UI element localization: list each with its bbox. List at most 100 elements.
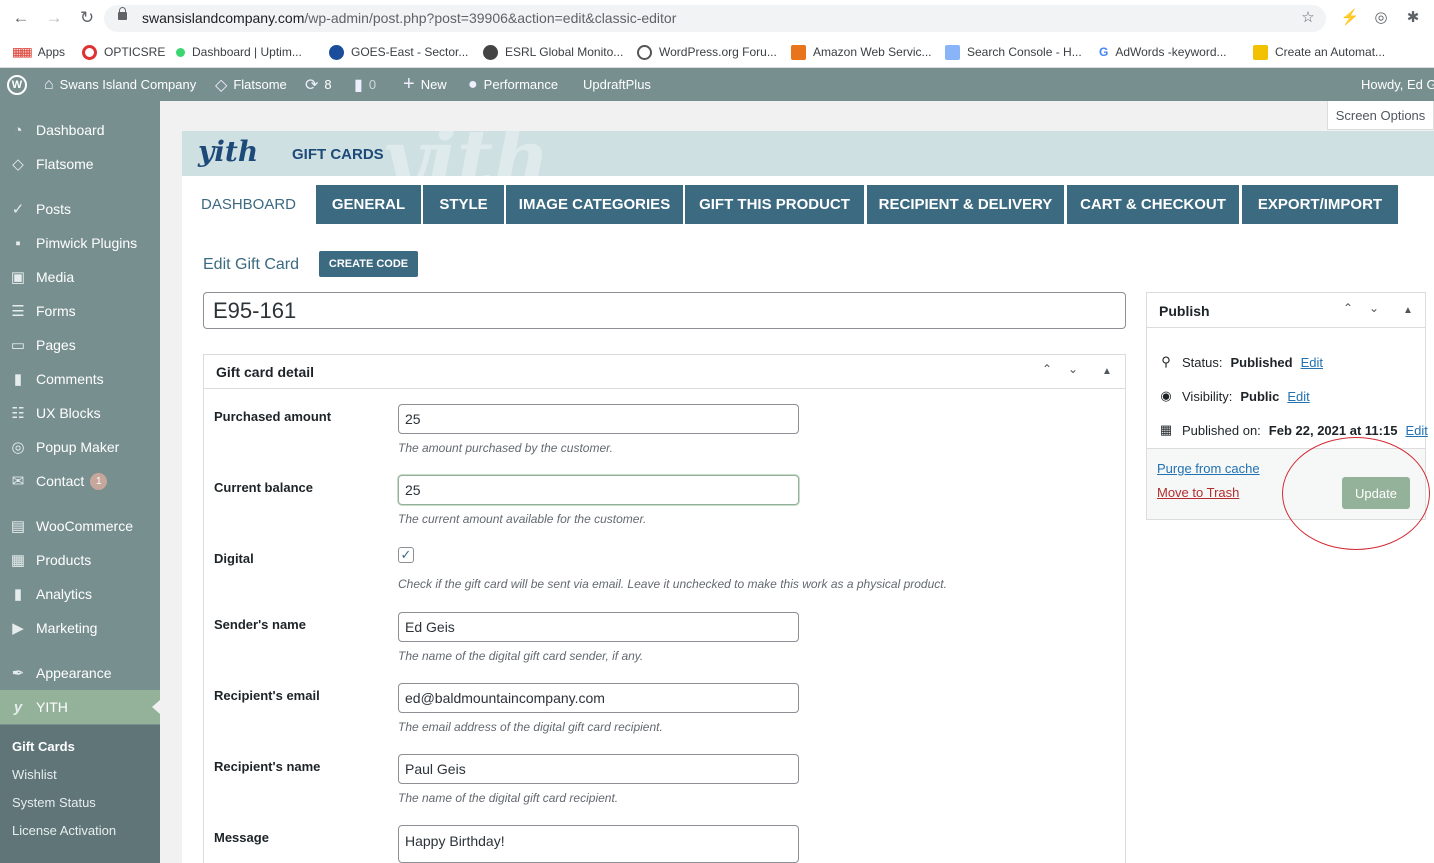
publish-status-row: ⚲ Status: Published Edit (1158, 354, 1323, 370)
flatsome-link[interactable]: ◇ Flatsome (215, 68, 287, 101)
bookmark-wordpress[interactable]: WordPress.org Foru... (637, 41, 777, 63)
pages-icon: ▭ (10, 337, 26, 354)
bolt-icon[interactable]: ⚡ (1340, 8, 1360, 28)
recipient-name-input[interactable] (398, 754, 799, 784)
bookmark-search-console[interactable]: Search Console - H... (945, 41, 1082, 63)
sidebar-item-woocommerce[interactable]: ▤ WooCommerce (0, 509, 160, 543)
digital-checkbox[interactable]: ✓ (398, 547, 414, 563)
sidebar-item-comments[interactable]: ▮ Comments (0, 362, 160, 396)
yith-logo: yith (198, 135, 259, 168)
globe-icon[interactable]: ◎ (1371, 8, 1391, 28)
sidebar-item-dashboard[interactable]: ◔ Dashboard (0, 113, 160, 147)
yith-submenu: Gift Cards Wishlist System Status Licens… (0, 725, 160, 863)
bookmark-uptime[interactable]: Dashboard | Uptim... (176, 41, 302, 63)
collapse-toggle-icon[interactable]: ▲ (1102, 366, 1112, 377)
current-balance-desc: The current amount available for the cus… (398, 512, 647, 526)
updraftplus-link[interactable]: UpdraftPlus (583, 68, 651, 101)
sidebar-item-posts[interactable]: ✓ Posts (0, 192, 160, 226)
gift-card-detail-header: Gift card detail (204, 355, 1125, 389)
site-name-link[interactable]: ⌂ Swans Island Company (44, 68, 196, 101)
update-button[interactable]: Update (1342, 477, 1410, 509)
mail-icon: ✉ (11, 473, 25, 490)
howdy-account[interactable]: Howdy, Ed G (1361, 68, 1434, 101)
current-balance-input[interactable] (398, 475, 799, 505)
tab-image-categories[interactable]: IMAGE CATEGORIES (506, 185, 683, 224)
sidebar-item-appearance[interactable]: ✒ Appearance (0, 656, 160, 690)
bookmark-aws[interactable]: Amazon Web Servic... (791, 41, 932, 63)
purge-cache-link[interactable]: Purge from cache (1157, 461, 1260, 476)
back-icon[interactable]: ← (9, 6, 33, 30)
sidebar-item-contact[interactable]: ✉ Contact 1 (0, 464, 160, 498)
date-edit-link[interactable]: Edit (1405, 423, 1427, 438)
updates-icon: ⟳ (305, 76, 319, 94)
bookmark-goes[interactable]: GOES-East - Sector... (329, 41, 468, 63)
sidebar-item-analytics[interactable]: ▮ Analytics (0, 577, 160, 611)
recipient-email-label: Recipient's email (214, 688, 320, 703)
puzzle-icon[interactable]: ✱ (1403, 8, 1423, 28)
message-textarea[interactable]: Happy Birthday! (398, 825, 799, 863)
tab-style[interactable]: STYLE (423, 185, 504, 224)
plugin-icon: ▪ (15, 234, 21, 252)
star-icon[interactable]: ☆ (1298, 8, 1318, 28)
sidebar-item-ux-blocks[interactable]: ☷ UX Blocks (0, 396, 160, 430)
new-link[interactable]: + New (403, 68, 447, 101)
digital-desc: Check if the gift card will be sent via … (398, 577, 947, 591)
forms-icon: ☰ (11, 303, 25, 320)
comments-link[interactable]: ▮ 0 (354, 68, 376, 101)
publish-visibility-row: ◉ Visibility: Public Edit (1158, 388, 1309, 404)
wp-logo-icon[interactable]: W (7, 68, 27, 101)
sidebar-item-forms[interactable]: ☰ Forms (0, 294, 160, 328)
status-edit-link[interactable]: Edit (1301, 355, 1323, 370)
move-to-trash-link[interactable]: Move to Trash (1157, 485, 1239, 500)
tab-export-import[interactable]: EXPORT/IMPORT (1242, 185, 1398, 224)
updates-link[interactable]: ⟳ 8 (305, 68, 332, 101)
bookmark-apps[interactable]: ▦▦ Apps (12, 41, 65, 63)
sidebar-item-popup-maker[interactable]: ◎ Popup Maker (0, 430, 160, 464)
sidebar-item-marketing[interactable]: ▶ Marketing (0, 611, 160, 645)
visibility-edit-link[interactable]: Edit (1287, 389, 1309, 404)
tab-cart-checkout[interactable]: CART & CHECKOUT (1067, 185, 1239, 224)
reload-icon[interactable]: ↻ (75, 6, 99, 30)
sidebar-item-flatsome[interactable]: ◇ Flatsome (0, 147, 160, 181)
bookmark-esrl[interactable]: ESRL Global Monito... (483, 41, 623, 63)
move-down-icon[interactable]: ⌄ (1068, 362, 1078, 376)
gift-card-code-input[interactable] (203, 292, 1126, 329)
tab-gift-this-product[interactable]: GIFT THIS PRODUCT (685, 185, 864, 224)
calendar-icon: ▦ (1159, 422, 1173, 437)
bookmark-adwords[interactable]: G AdWords -keyword... (1099, 41, 1227, 63)
plugin-title: GIFT CARDS (292, 146, 384, 163)
submenu-system-status[interactable]: System Status (12, 795, 96, 810)
sidebar-item-pimwick[interactable]: ▪ Pimwick Plugins (0, 226, 160, 260)
sidebar-item-pages[interactable]: ▭ Pages (0, 328, 160, 362)
google-icon: G (1099, 45, 1109, 59)
move-up-icon[interactable]: ⌃ (1343, 301, 1353, 315)
submenu-gift-cards[interactable]: Gift Cards (12, 739, 75, 754)
create-code-button[interactable]: CREATE CODE (319, 251, 418, 277)
pin-icon: ⚲ (1161, 354, 1171, 369)
current-balance-label: Current balance (214, 480, 313, 495)
screen-options-button[interactable]: Screen Options (1327, 101, 1434, 130)
tab-general[interactable]: GENERAL (316, 185, 421, 224)
sidebar-item-products[interactable]: ▦ Products (0, 543, 160, 577)
move-down-icon[interactable]: ⌄ (1369, 301, 1379, 315)
submenu-wishlist[interactable]: Wishlist (12, 767, 57, 782)
tab-dashboard[interactable]: DASHBOARD (182, 185, 315, 224)
recipient-email-input[interactable] (398, 683, 799, 713)
tab-recipient-delivery[interactable]: RECIPIENT & DELIVERY (867, 185, 1064, 224)
collapse-toggle-icon[interactable]: ▲ (1403, 305, 1413, 316)
submenu-license-activation[interactable]: License Activation (12, 823, 116, 838)
bookmark-opticsre[interactable]: OPTICSRE (82, 41, 165, 63)
purchased-amount-input[interactable] (398, 404, 799, 434)
sidebar-item-yith[interactable]: y YITH (0, 690, 160, 724)
automation-icon (1253, 44, 1268, 60)
yith-icon: y (13, 698, 23, 716)
sender-name-input[interactable] (398, 612, 799, 642)
bookmark-zapier[interactable]: Create an Automat... (1253, 41, 1385, 63)
forward-icon[interactable]: → (42, 6, 66, 30)
move-up-icon[interactable]: ⌃ (1042, 362, 1052, 376)
digital-label: Digital (214, 551, 254, 566)
sidebar-item-media[interactable]: ▣ Media (0, 260, 160, 294)
performance-link[interactable]: ● Performance (468, 68, 558, 101)
page-title: Edit Gift Card (203, 256, 300, 273)
address-bar[interactable]: swansislandcompany.com/wp-admin/post.php… (104, 5, 1326, 32)
